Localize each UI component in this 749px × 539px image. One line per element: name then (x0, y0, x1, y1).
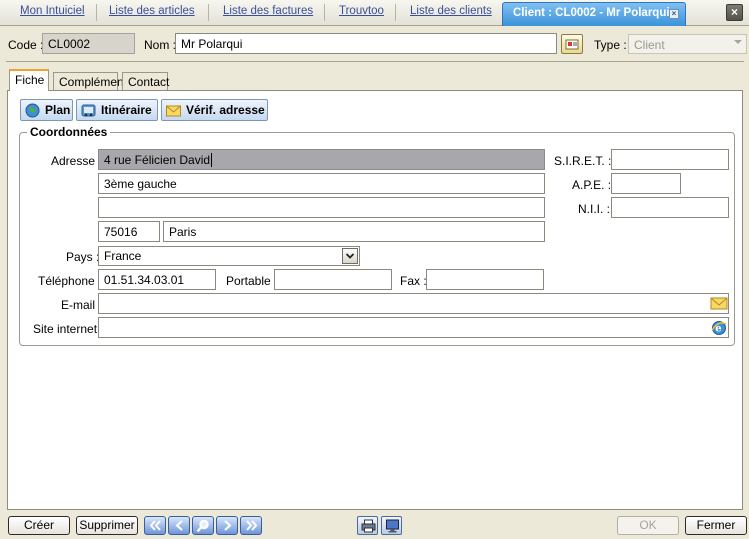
type-label: Type : (594, 38, 627, 52)
envelope-icon (710, 297, 728, 310)
pays-value: France (104, 249, 142, 263)
printer-icon (361, 519, 376, 533)
tab-liste-clients[interactable]: Liste des clients (410, 5, 492, 17)
text-cursor (211, 153, 213, 167)
search-record-button[interactable] (192, 516, 214, 535)
preview-button[interactable] (381, 516, 402, 535)
telephone-label: Téléphone : (38, 274, 102, 288)
close-window-button[interactable]: × (726, 4, 743, 21)
tab-fiche[interactable]: Fiche (9, 69, 49, 91)
portable-field[interactable] (274, 269, 392, 290)
tab-separator (96, 4, 97, 21)
browser-icon: e (711, 321, 727, 335)
adresse-line3-field[interactable] (98, 197, 545, 218)
print-button[interactable] (357, 516, 378, 535)
type-select: Client (628, 34, 747, 54)
contact-card-button[interactable] (561, 34, 583, 54)
email-field[interactable] (98, 293, 729, 314)
site-internet-field[interactable] (98, 317, 729, 338)
route-icon (81, 104, 96, 117)
tab-liste-factures[interactable]: Liste des factures (223, 5, 313, 17)
open-website-button[interactable]: e (709, 318, 729, 337)
creer-button[interactable]: Créer (8, 516, 70, 535)
send-email-button[interactable] (709, 294, 729, 313)
telephone-field[interactable]: 01.51.34.03.01 (98, 269, 216, 290)
tab-liste-articles[interactable]: Liste des articles (109, 5, 195, 17)
fermer-button[interactable]: Fermer (685, 516, 747, 535)
site-internet-label: Site internet : (33, 322, 104, 336)
pays-dropdown-button[interactable] (342, 248, 358, 264)
supprimer-button[interactable]: Supprimer (76, 516, 138, 535)
envelope-icon (166, 105, 181, 117)
monitor-icon (386, 519, 399, 533)
fax-label: Fax : (400, 274, 427, 288)
fax-field[interactable] (426, 269, 544, 290)
code-postal-field[interactable]: 75016 (98, 221, 160, 242)
last-record-button[interactable] (240, 516, 262, 535)
tab-complement[interactable]: Complément (53, 72, 127, 90)
tab-separator (208, 4, 209, 21)
coordonnees-title: Coordonnées (27, 125, 111, 139)
tab-client-label: Client : CL0002 - Mr Polarqui (513, 7, 670, 19)
nii-field[interactable] (611, 197, 729, 218)
contact-card-icon (565, 39, 579, 50)
adresse-line1-value: 4 rue Félicien David (104, 153, 211, 167)
ape-field[interactable] (611, 173, 681, 194)
ape-label: A.P.E. : (572, 178, 612, 192)
tab-separator (324, 4, 325, 21)
double-chevron-right-icon (246, 520, 258, 531)
code-field[interactable]: CL0002 (42, 33, 135, 54)
double-chevron-left-icon (149, 520, 161, 531)
itineraire-button[interactable]: Itinéraire (76, 99, 158, 121)
adresse-line1-field[interactable]: 4 rue Félicien David (98, 149, 545, 170)
ville-field[interactable]: Paris (163, 221, 545, 242)
verif-adresse-button[interactable]: Vérif. adresse (161, 99, 268, 121)
globe-icon (25, 103, 40, 118)
chevron-right-icon (224, 520, 232, 531)
nom-label: Nom : (144, 38, 177, 52)
search-icon (196, 519, 209, 533)
email-label: E-mail : (61, 298, 102, 312)
tab-mon-intuiciel[interactable]: Mon Intuiciel (20, 5, 85, 17)
code-label: Code : (8, 38, 44, 52)
plan-button[interactable]: Plan (20, 99, 73, 121)
header-divider (6, 61, 744, 62)
adresse-label: Adresse : (51, 154, 102, 168)
ok-button[interactable]: OK (617, 516, 679, 535)
chevron-down-icon (345, 253, 355, 259)
chevron-down-icon (734, 40, 742, 44)
next-record-button[interactable] (216, 516, 238, 535)
pays-label: Pays : (66, 250, 100, 264)
tab-contact[interactable]: Contact (122, 72, 169, 90)
itineraire-label: Itinéraire (101, 103, 152, 117)
first-record-button[interactable] (144, 516, 166, 535)
tab-separator (395, 4, 396, 21)
close-tab-icon[interactable]: × (669, 9, 679, 19)
nii-label: N.I.I. : (578, 202, 611, 216)
nom-field[interactable]: Mr Polarqui (175, 33, 557, 54)
tab-client-active[interactable]: Client : CL0002 - Mr Polarqui × (502, 2, 686, 26)
tab-trouvtoo[interactable]: Trouvtoo (339, 5, 384, 17)
plan-label: Plan (45, 103, 71, 117)
siret-label: S.I.R.E.T. : (554, 154, 612, 168)
chevron-left-icon (175, 520, 183, 531)
siret-field[interactable] (611, 149, 729, 170)
previous-record-button[interactable] (168, 516, 190, 535)
verif-adresse-label: Vérif. adresse (186, 103, 265, 117)
type-value: Client (634, 38, 665, 52)
portable-label: Portable : (226, 274, 278, 288)
adresse-line2-field[interactable]: 3ème gauche (98, 173, 545, 194)
pays-select[interactable]: France (98, 246, 360, 266)
